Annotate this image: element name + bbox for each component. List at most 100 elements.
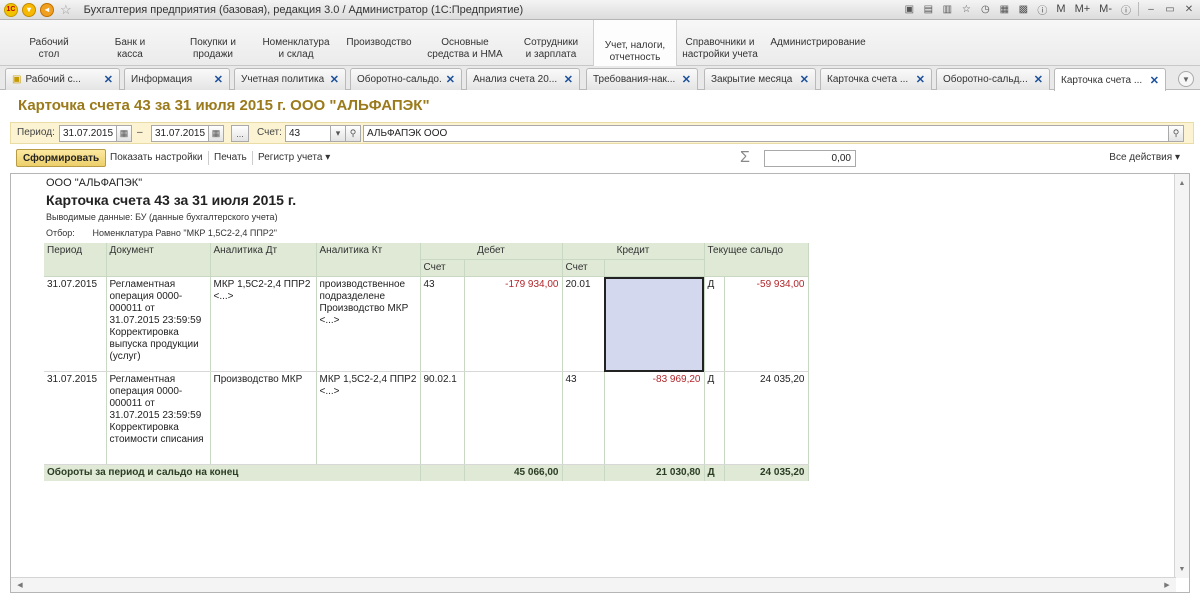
- scroll-down-icon[interactable]: ▼: [1175, 562, 1189, 576]
- cell-debit-amount[interactable]: [464, 371, 563, 465]
- print-button[interactable]: Печать: [214, 152, 247, 163]
- table-row[interactable]: 31.07.2015 Регламентная операция 0000-00…: [44, 276, 809, 372]
- cell-debit-account[interactable]: 43: [420, 276, 465, 372]
- cell-debit-account[interactable]: 90.02.1: [420, 371, 465, 465]
- cell-document[interactable]: Регламентная операция 0000-000011 от 31.…: [106, 371, 211, 465]
- section-bank[interactable]: Банк и касса: [104, 20, 156, 66]
- history-icon[interactable]: ◷: [978, 2, 992, 16]
- minimize-icon[interactable]: –: [1144, 2, 1158, 16]
- tab-account-card-active[interactable]: Карточка счета ... ✕: [1054, 68, 1166, 91]
- account-input[interactable]: 43: [285, 125, 331, 142]
- cell-credit-amount[interactable]: -83 969,20: [604, 371, 705, 465]
- close-icon[interactable]: ✕: [564, 73, 573, 86]
- main-menu-icon[interactable]: ▾: [22, 2, 36, 17]
- tab-account-analysis[interactable]: Анализ счета 20... ✕: [466, 68, 580, 90]
- section-employees[interactable]: Сотрудники и зарплата: [518, 20, 584, 66]
- favorite-icon[interactable]: ☆: [959, 2, 973, 16]
- vertical-scrollbar[interactable]: ▲ ▼: [1174, 174, 1189, 578]
- section-production[interactable]: Производство: [344, 20, 414, 66]
- close-icon[interactable]: ✕: [682, 73, 691, 86]
- close-icon[interactable]: ✕: [104, 73, 113, 86]
- cell-debit-amount[interactable]: -179 934,00: [464, 276, 563, 372]
- help-icon[interactable]: ⓘ: [1119, 2, 1133, 17]
- show-settings-button[interactable]: Показать настройки: [110, 152, 203, 163]
- scroll-up-icon[interactable]: ▲: [1175, 176, 1189, 190]
- memory-plus-button[interactable]: M+: [1073, 3, 1093, 15]
- account-dropdown-icon[interactable]: ▾: [330, 125, 346, 142]
- info-icon[interactable]: ⓘ: [1035, 2, 1049, 17]
- cell-period[interactable]: 31.07.2015: [44, 276, 107, 372]
- save-icon[interactable]: ▣: [902, 2, 916, 16]
- section-purchases[interactable]: Покупки и продажи: [184, 20, 242, 66]
- period-select-button[interactable]: ...: [231, 125, 249, 142]
- close-icon[interactable]: ✕: [916, 73, 925, 86]
- cell-analytics-dt[interactable]: МКР 1,5С2-2,4 ППР2 <...>: [210, 276, 317, 372]
- register-button[interactable]: Регистр учета ▾: [258, 152, 330, 163]
- tab-month-closing[interactable]: Закрытие месяца ✕: [704, 68, 816, 90]
- cell-credit-account[interactable]: 43: [562, 371, 605, 465]
- cell-balance-side[interactable]: Д: [704, 371, 725, 465]
- close-icon[interactable]: ✕: [446, 73, 455, 86]
- tab-turnover-balance-2[interactable]: Оборотно-сальд... ✕: [936, 68, 1050, 90]
- close-icon[interactable]: ✕: [1150, 74, 1159, 87]
- cell-balance[interactable]: -59 934,00: [724, 276, 809, 372]
- tabs-scroll-down-icon[interactable]: ▼: [1178, 71, 1194, 87]
- section-nomenclature[interactable]: Номенклатура и склад: [260, 20, 332, 66]
- cell-analytics-kt[interactable]: МКР 1,5С2-2,4 ППР2 <...>: [316, 371, 421, 465]
- back-icon[interactable]: ◂: [40, 2, 54, 17]
- close-icon[interactable]: ✕: [330, 73, 339, 86]
- scroll-left-icon[interactable]: ◀: [13, 578, 27, 592]
- total-label: Обороты за период и сальдо на конец: [44, 464, 421, 481]
- memory-minus-button[interactable]: M-: [1097, 3, 1114, 15]
- calculator-icon[interactable]: ▩: [1016, 2, 1030, 16]
- section-administration[interactable]: Администрирование: [770, 20, 866, 66]
- calendar-icon[interactable]: ▦: [116, 125, 132, 142]
- generate-button[interactable]: Сформировать: [16, 149, 107, 167]
- section-accounting-taxes[interactable]: Учет, налоги, отчетность: [593, 20, 677, 66]
- section-label: Учет, налоги,: [604, 40, 666, 51]
- cell-analytics-dt[interactable]: Производство МКР: [210, 371, 317, 465]
- search-icon[interactable]: ⚲: [1168, 125, 1184, 142]
- horizontal-scrollbar[interactable]: ◀ ▶: [11, 577, 1176, 592]
- cell-credit-amount-selected[interactable]: [604, 276, 705, 372]
- all-actions-button[interactable]: Все действия ▾: [1109, 152, 1180, 163]
- chevron-down-icon: ▾: [1174, 152, 1180, 163]
- period-to-input[interactable]: 31.07.2015: [151, 125, 209, 142]
- cell-credit-account[interactable]: 20.01: [562, 276, 605, 372]
- command-separator: [252, 151, 253, 165]
- cell-period[interactable]: 31.07.2015: [44, 371, 107, 465]
- close-icon[interactable]: ✕: [214, 73, 223, 86]
- cell-analytics-kt[interactable]: производственное подразделене Производст…: [316, 276, 421, 372]
- print-icon[interactable]: ▤: [921, 2, 935, 16]
- tab-account-card-1[interactable]: Карточка счета ... ✕: [820, 68, 932, 90]
- section-fixed-assets[interactable]: Основные средства и НМА: [424, 20, 506, 66]
- scroll-right-icon[interactable]: ▶: [1160, 578, 1174, 592]
- section-desktop[interactable]: Рабочий стол: [22, 20, 76, 66]
- close-window-icon[interactable]: ✕: [1182, 2, 1196, 16]
- cell-document[interactable]: Регламентная операция 0000-000011 от 31.…: [106, 276, 211, 372]
- section-label: Основные: [441, 37, 489, 48]
- memory-m-button[interactable]: M: [1054, 3, 1067, 15]
- cell-balance-side[interactable]: Д: [704, 276, 725, 372]
- tab-desktop[interactable]: ▣ Рабочий с... ✕: [5, 68, 120, 90]
- cell-balance[interactable]: 24 035,20: [724, 371, 809, 465]
- tab-information[interactable]: Информация ✕: [124, 68, 230, 90]
- favorites-star-icon[interactable]: ☆: [60, 2, 72, 18]
- organization-input[interactable]: АЛЬФАПЭК ООО: [363, 125, 1169, 142]
- maximize-icon[interactable]: ▭: [1163, 2, 1177, 16]
- close-icon[interactable]: ✕: [1034, 73, 1043, 86]
- preview-icon[interactable]: ▥: [940, 2, 954, 16]
- calendar-icon[interactable]: ▦: [208, 125, 224, 142]
- table-row[interactable]: 31.07.2015 Регламентная операция 0000-00…: [44, 371, 809, 465]
- tab-requirements[interactable]: Требования-нак... ✕: [586, 68, 698, 90]
- period-from-input[interactable]: 31.07.2015: [59, 125, 117, 142]
- search-icon[interactable]: ⚲: [345, 125, 361, 142]
- close-icon[interactable]: ✕: [800, 73, 809, 86]
- header-period: Период: [44, 243, 107, 277]
- tab-turnover-balance[interactable]: Оборотно-сальдо... ✕: [350, 68, 462, 90]
- tab-accounting-policy[interactable]: Учетная политика ✕: [234, 68, 346, 90]
- section-references[interactable]: Справочники и настройки учета: [680, 20, 760, 66]
- calendar-icon[interactable]: ▦: [997, 2, 1011, 16]
- total-debit-account: [420, 464, 465, 481]
- total-credit: 21 030,80: [604, 464, 705, 481]
